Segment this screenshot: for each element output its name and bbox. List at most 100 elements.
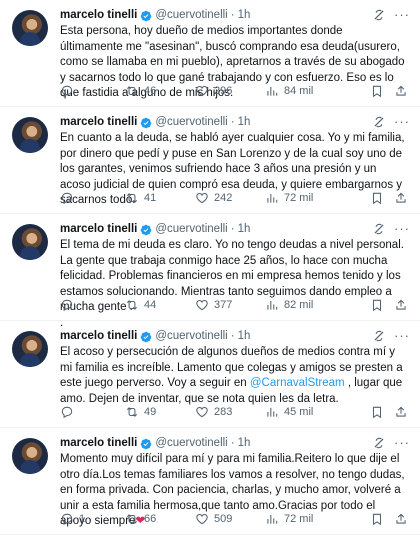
- author-handle[interactable]: @cuervotinelli: [155, 436, 227, 451]
- more-icon[interactable]: ···: [394, 222, 410, 235]
- views-button[interactable]: 72 mil: [265, 512, 335, 526]
- share-button[interactable]: [394, 512, 408, 526]
- grok-icon[interactable]: [372, 436, 386, 450]
- views-button[interactable]: 82 mil: [265, 298, 335, 312]
- like-button[interactable]: 242: [195, 191, 265, 205]
- bookmark-icon: [372, 513, 382, 526]
- views-count: 72 mil: [284, 192, 314, 204]
- tweet[interactable]: marcelo tinelli @cuervotinelli · 1h ··· …: [0, 0, 420, 107]
- separator-dot: ·: [230, 9, 235, 21]
- reply-button[interactable]: [60, 191, 125, 205]
- reply-button[interactable]: [60, 405, 125, 419]
- mention-link[interactable]: @CarnavalStream: [250, 377, 345, 389]
- reply-button[interactable]: [60, 298, 125, 312]
- bookmark-button[interactable]: [370, 405, 384, 419]
- timestamp[interactable]: 1h: [238, 329, 251, 344]
- tweet-header-actions: ···: [372, 8, 410, 22]
- reply-button[interactable]: 1: [60, 512, 125, 526]
- retweet-button[interactable]: 46: [125, 84, 195, 98]
- tweet-header-actions: ···: [372, 115, 410, 129]
- bookmark-icon: [372, 299, 382, 312]
- tweet-actions: 1 66 509 72 mil: [60, 512, 408, 526]
- like-icon: [196, 407, 208, 418]
- views-count: 84 mil: [284, 85, 314, 97]
- retweet-count: 49: [144, 406, 157, 418]
- more-icon[interactable]: ···: [394, 436, 410, 449]
- avatar[interactable]: [12, 10, 48, 46]
- bookmark-button[interactable]: [370, 84, 384, 98]
- avatar[interactable]: [12, 224, 48, 260]
- like-button[interactable]: 296: [195, 84, 265, 98]
- share-button[interactable]: [394, 298, 408, 312]
- like-button[interactable]: 283: [195, 405, 265, 419]
- like-icon: [196, 514, 208, 525]
- author-name[interactable]: marcelo tinelli: [60, 8, 137, 23]
- views-button[interactable]: 72 mil: [265, 191, 335, 205]
- grok-icon[interactable]: [372, 115, 386, 129]
- more-icon[interactable]: ···: [394, 8, 410, 21]
- bookmark-icon: [372, 192, 382, 205]
- timestamp[interactable]: 1h: [238, 436, 251, 451]
- retweet-icon: [126, 86, 138, 96]
- bookmark-button[interactable]: [370, 298, 384, 312]
- grok-icon[interactable]: [372, 329, 386, 343]
- author-name[interactable]: marcelo tinelli: [60, 222, 137, 237]
- tweet-header-actions: ···: [372, 436, 410, 450]
- grok-icon[interactable]: [372, 8, 386, 22]
- tweet[interactable]: marcelo tinelli @cuervotinelli · 1h ··· …: [0, 214, 420, 329]
- more-icon[interactable]: ···: [394, 115, 410, 128]
- retweet-button[interactable]: 41: [125, 191, 195, 205]
- bookmark-button[interactable]: [370, 512, 384, 526]
- reply-button[interactable]: [60, 84, 125, 98]
- share-button[interactable]: [394, 405, 408, 419]
- timestamp[interactable]: 1h: [238, 8, 251, 23]
- tweet-header: marcelo tinelli @cuervotinelli · 1h: [60, 8, 410, 23]
- views-button[interactable]: 84 mil: [265, 84, 335, 98]
- retweet-count: 41: [144, 192, 157, 204]
- author-handle[interactable]: @cuervotinelli: [155, 115, 227, 130]
- like-button[interactable]: 509: [195, 512, 265, 526]
- retweet-count: 46: [144, 85, 157, 97]
- reply-icon: [61, 299, 73, 312]
- avatar[interactable]: [12, 117, 48, 153]
- separator-dot: ·: [230, 116, 235, 128]
- author-handle[interactable]: @cuervotinelli: [155, 222, 227, 237]
- author-name[interactable]: marcelo tinelli: [60, 436, 137, 451]
- share-button[interactable]: [394, 84, 408, 98]
- verified-badge-icon: [141, 117, 152, 128]
- grok-icon[interactable]: [372, 222, 386, 236]
- retweet-button[interactable]: 49: [125, 405, 195, 419]
- views-icon: [267, 193, 278, 203]
- views-button[interactable]: 45 mil: [265, 405, 335, 419]
- views-icon: [267, 407, 278, 417]
- like-button[interactable]: 377: [195, 298, 265, 312]
- author-handle[interactable]: @cuervotinelli: [155, 8, 227, 23]
- retweet-button[interactable]: 44: [125, 298, 195, 312]
- reply-icon: [61, 513, 73, 526]
- author-name[interactable]: marcelo tinelli: [60, 115, 137, 130]
- author-handle[interactable]: @cuervotinelli: [155, 329, 227, 344]
- retweet-button[interactable]: 66: [125, 512, 195, 526]
- timestamp[interactable]: 1h: [238, 222, 251, 237]
- bookmark-button[interactable]: [370, 191, 384, 205]
- verified-badge-icon: [141, 224, 152, 235]
- like-count: 242: [214, 192, 233, 204]
- author-name[interactable]: marcelo tinelli: [60, 329, 137, 344]
- tweet-text-part: El tema de mi deuda es claro. Yo no teng…: [60, 239, 404, 329]
- tweet-text: El tema de mi deuda es claro. Yo no teng…: [60, 238, 410, 331]
- avatar[interactable]: [12, 331, 48, 367]
- verified-badge-icon: [141, 438, 152, 449]
- views-count: 72 mil: [284, 513, 314, 525]
- share-button[interactable]: [394, 191, 408, 205]
- verified-badge-icon: [141, 10, 152, 21]
- tweet[interactable]: marcelo tinelli @cuervotinelli · 1h ··· …: [0, 107, 420, 214]
- more-icon[interactable]: ···: [394, 329, 410, 342]
- tweet[interactable]: marcelo tinelli @cuervotinelli · 1h ··· …: [0, 321, 420, 428]
- views-icon: [267, 300, 278, 310]
- timestamp[interactable]: 1h: [238, 115, 251, 130]
- tweet[interactable]: marcelo tinelli @cuervotinelli · 1h ··· …: [0, 428, 420, 535]
- tweet-actions: 46 296 84 mil: [60, 84, 408, 98]
- retweet-icon: [126, 193, 138, 203]
- tweet-actions: 44 377 82 mil: [60, 298, 408, 312]
- avatar[interactable]: [12, 438, 48, 474]
